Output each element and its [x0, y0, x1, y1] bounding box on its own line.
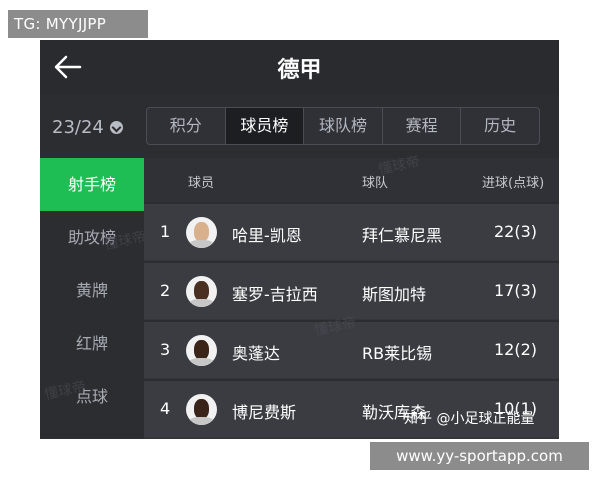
screenshot-canvas: TG: MYYJJPP 德甲 23/24 积分 球员榜 球队榜 赛程 历史 射手…	[0, 0, 600, 480]
table-header: 球员 球队 进球(点球)	[144, 158, 559, 202]
tab-team-rankings[interactable]: 球队榜	[304, 108, 383, 144]
season-label: 23/24	[52, 116, 104, 138]
rank: 1	[160, 222, 171, 241]
source-caption: 知乎 @小足球正能量	[404, 411, 535, 427]
corner-tag: TG: MYYJJPP	[8, 10, 148, 38]
site-tag: www.yy-sportapp.com	[370, 442, 589, 470]
player-name: 塞罗-吉拉西	[232, 285, 318, 304]
sidebar-item-yellow-cards[interactable]: 黄牌	[40, 264, 144, 317]
goals-value: 22(3)	[494, 222, 538, 241]
team-name: 拜仁慕尼黑	[362, 226, 443, 245]
avatar	[186, 394, 217, 425]
goals-value: 17(3)	[494, 281, 538, 300]
avatar	[186, 335, 217, 366]
tab-history[interactable]: 历史	[461, 108, 539, 144]
title-bar: 德甲	[40, 40, 559, 95]
page-title: 德甲	[277, 58, 322, 83]
column-header-player: 球员	[188, 176, 215, 191]
tab-bar: 积分 球员榜 球队榜 赛程 历史	[146, 107, 540, 145]
team-name: RB莱比锡	[362, 344, 433, 363]
column-header-goals: 进球(点球)	[482, 176, 545, 191]
table-row[interactable]: 2 塞罗-吉拉西 斯图加特 17(3)	[144, 261, 559, 319]
team-name: 斯图加特	[362, 285, 427, 304]
player-name: 博尼费斯	[232, 403, 297, 422]
tab-player-rankings[interactable]: 球员榜	[225, 108, 305, 144]
tab-schedule[interactable]: 赛程	[383, 108, 462, 144]
goals-value: 12(2)	[494, 340, 538, 359]
player-name: 奥蓬达	[232, 344, 281, 363]
sidebar-item-red-cards[interactable]: 红牌	[40, 317, 144, 370]
rank: 2	[160, 281, 171, 300]
tab-standings[interactable]: 积分	[147, 108, 226, 144]
table-row[interactable]: 1 哈里-凯恩 拜仁慕尼黑 22(3)	[144, 202, 559, 260]
rank: 3	[160, 340, 171, 359]
sidebar-item-top-scorers[interactable]: 射手榜	[40, 158, 144, 211]
rank: 4	[160, 399, 171, 418]
avatar	[186, 217, 217, 248]
avatar	[186, 276, 217, 307]
player-name: 哈里-凯恩	[232, 226, 302, 245]
season-selector[interactable]: 23/24	[52, 114, 123, 140]
app-screen: 德甲 23/24 积分 球员榜 球队榜 赛程 历史 射手榜 助攻榜 黄牌 红牌 …	[40, 40, 559, 439]
chevron-down-icon	[109, 120, 123, 134]
scorers-table: 球员 球队 进球(点球) 1 哈里-凯恩 拜仁慕尼黑 22(3) 2 塞罗-吉拉…	[144, 158, 559, 439]
